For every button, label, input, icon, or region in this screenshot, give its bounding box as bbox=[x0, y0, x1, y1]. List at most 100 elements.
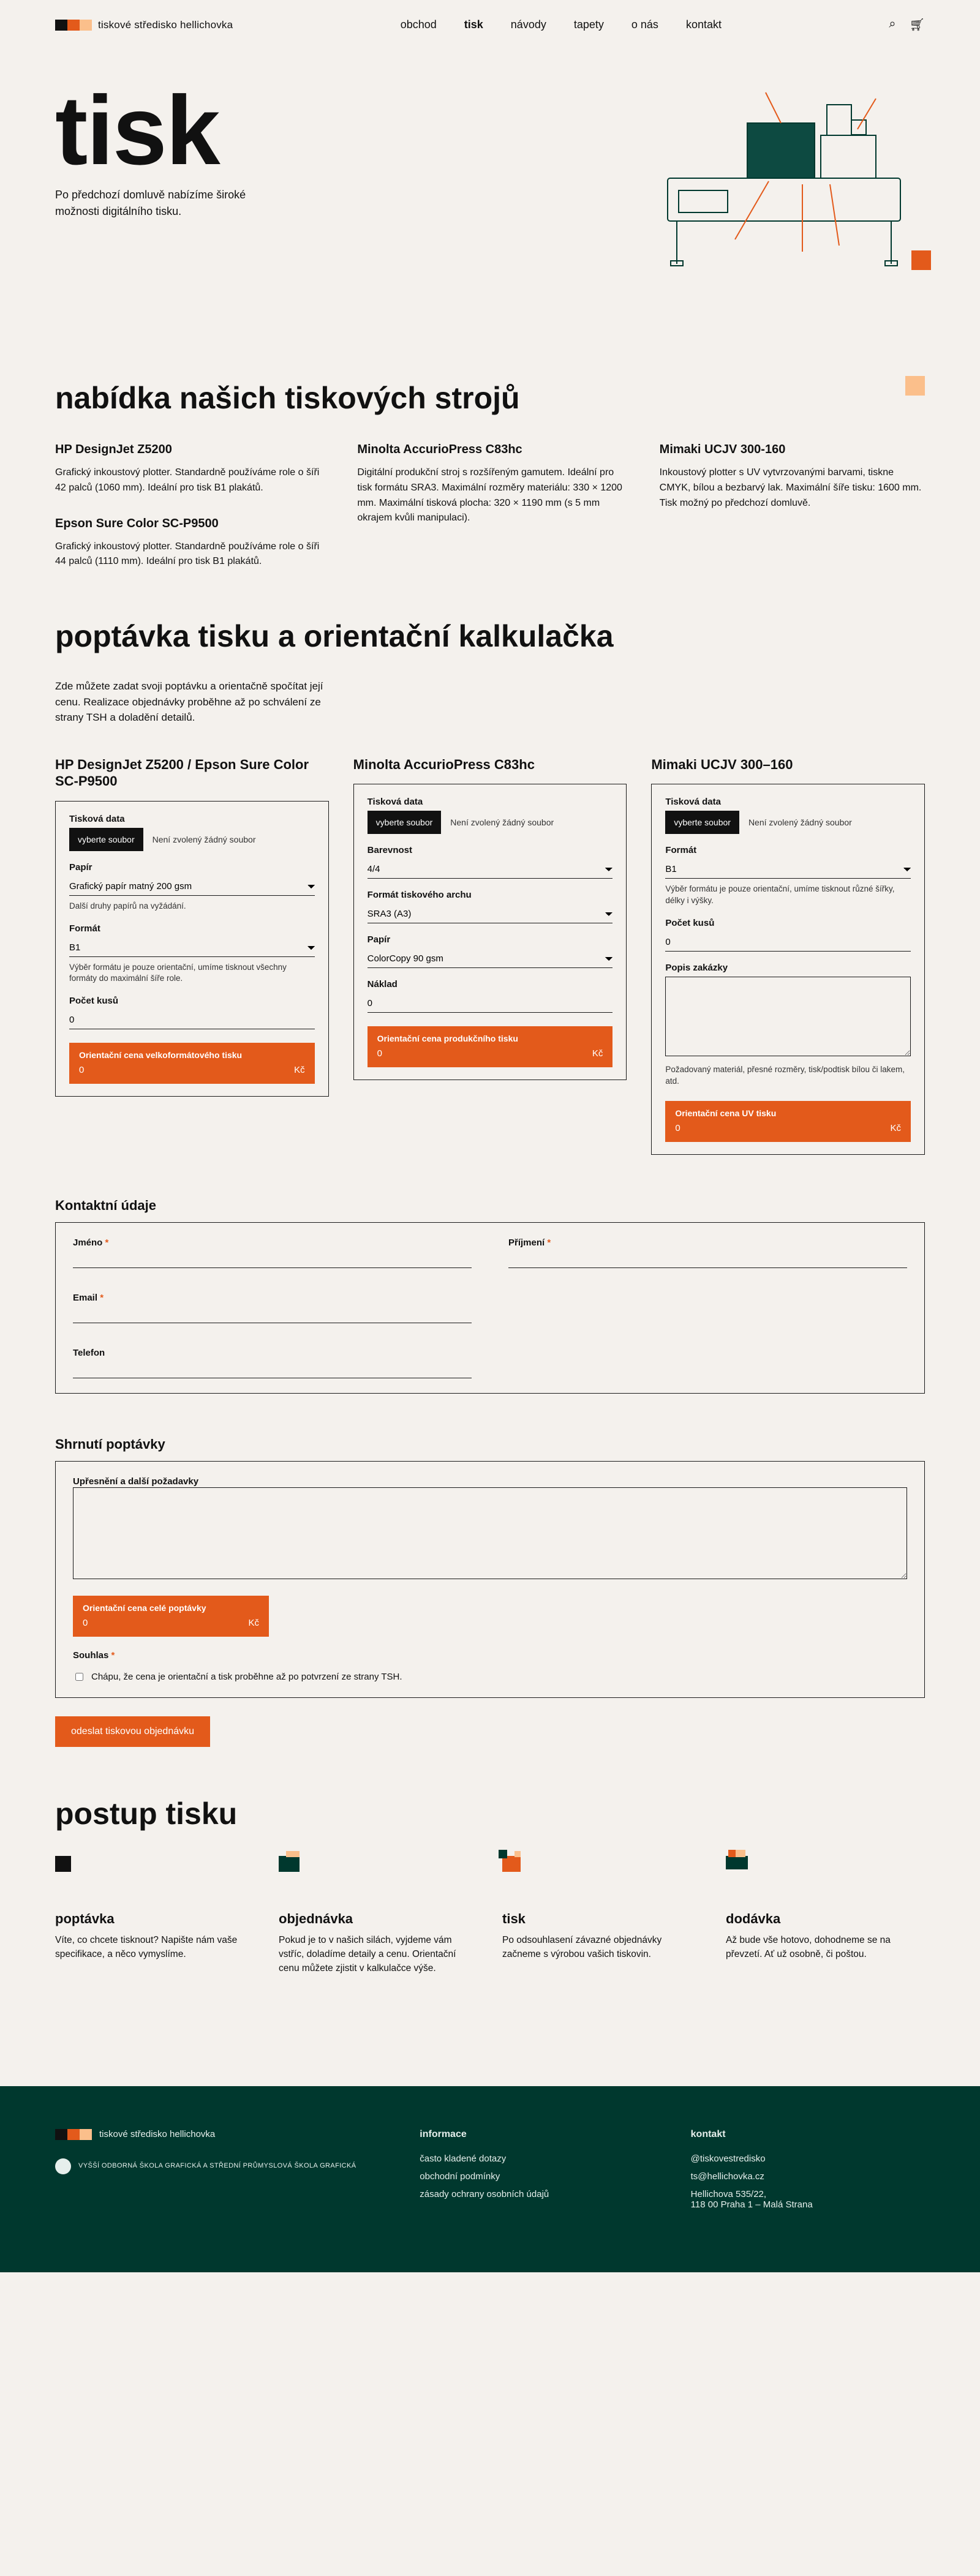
total-price-label: Orientační cena celé poptávky bbox=[83, 1603, 259, 1613]
machine-3-name: Minolta AccurioPress C83hc bbox=[357, 440, 622, 459]
total-price-box: Orientační cena celé poptávky 0Kč bbox=[73, 1596, 269, 1637]
calc1-panel: Tisková data vyberte soubor Není zvolený… bbox=[55, 801, 329, 1097]
calc2-price-label: Orientační cena produkčního tisku bbox=[377, 1034, 603, 1043]
nav-tapety[interactable]: tapety bbox=[574, 18, 604, 31]
calc3-file-button[interactable]: vyberte soubor bbox=[665, 811, 739, 834]
search-icon[interactable]: ⌕ bbox=[889, 17, 895, 32]
calc3-desc-hint: Požadovaný materiál, přesné rozměry, tis… bbox=[665, 1064, 911, 1087]
contact-heading: Kontaktní údaje bbox=[55, 1198, 925, 1214]
calc3-printdata-label: Tisková data bbox=[665, 797, 911, 807]
footer-school[interactable]: VYŠŠÍ ODBORNÁ ŠKOLA GRAFICKÁ A STŘEDNÍ P… bbox=[55, 2158, 383, 2174]
footer-logo-mark-icon bbox=[55, 2129, 92, 2140]
calc1-price-box: Orientační cena velkoformátového tisku 0… bbox=[69, 1043, 315, 1084]
calc-heading: poptávka tisku a orientační kalkulačka bbox=[55, 618, 925, 654]
calc3-price-label: Orientační cena UV tisku bbox=[675, 1108, 901, 1118]
hero-desc: Po předchozí domluvě nabízíme široké mož… bbox=[55, 187, 288, 220]
machine-4-desc: Inkoustový plotter s UV vytvrzovanými ba… bbox=[660, 465, 925, 511]
logo[interactable]: tiskové středisko hellichovka bbox=[55, 19, 233, 31]
firstname-input[interactable] bbox=[73, 1249, 472, 1268]
nav-navody[interactable]: návody bbox=[511, 18, 546, 31]
calc2-printdata-label: Tisková data bbox=[368, 797, 613, 807]
machine-4-name: Mimaki UCJV 300-160 bbox=[660, 440, 925, 459]
calc2-price-box: Orientační cena produkčního tisku 0 Kč bbox=[368, 1026, 613, 1067]
decor-peach-square bbox=[905, 376, 925, 396]
calc2-imposition-label: Náklad bbox=[368, 979, 613, 989]
printer-illustration bbox=[643, 86, 925, 270]
calc1-price-value: 0 bbox=[79, 1065, 84, 1075]
consent-text: Chápu, že cena je orientační a tisk prob… bbox=[91, 1672, 402, 1682]
summary-heading: Shrnutí poptávky bbox=[55, 1436, 925, 1452]
email-input[interactable] bbox=[73, 1304, 472, 1323]
calc1-paper-hint: Další druhy papírů na vyžádání. bbox=[69, 901, 315, 912]
calc2-price-currency: Kč bbox=[592, 1048, 603, 1059]
process-4-desc: Až bude vše hotovo, dohodneme se na přev… bbox=[726, 1933, 925, 1962]
calc1-price-currency: Kč bbox=[294, 1065, 305, 1075]
calc2-file-button[interactable]: vyberte soubor bbox=[368, 811, 442, 834]
calc2-paper-label: Papír bbox=[368, 934, 613, 945]
calc2-color-label: Barevnost bbox=[368, 845, 613, 855]
calc1-file-status: Není zvolený žádný soubor bbox=[153, 835, 256, 844]
calc2-title: Minolta AccurioPress C83hc bbox=[353, 756, 627, 773]
calc2-price-value: 0 bbox=[377, 1048, 382, 1059]
calc1-format-select[interactable]: B1 bbox=[69, 937, 315, 957]
footer-contact-address: Hellichova 535/22, 118 00 Praha 1 – Malá… bbox=[691, 2189, 925, 2210]
nav-obchod[interactable]: obchod bbox=[401, 18, 437, 31]
calc3-file-status: Není zvolený žádný soubor bbox=[748, 817, 852, 827]
submit-button[interactable]: odeslat tiskovou objednávku bbox=[55, 1716, 210, 1747]
summary-panel: Upřesnění a další požadavky Orientační c… bbox=[55, 1461, 925, 1698]
footer-contact-heading: kontakt bbox=[691, 2129, 925, 2140]
process-2-icon bbox=[279, 1856, 303, 1880]
calc2-sheet-select[interactable]: SRA3 (A3) bbox=[368, 904, 613, 923]
consent-checkbox[interactable] bbox=[75, 1673, 83, 1681]
lastname-input[interactable] bbox=[508, 1249, 907, 1268]
calc3-panel: Tisková data vyberte soubor Není zvolený… bbox=[651, 784, 925, 1155]
calc3-price-currency: Kč bbox=[890, 1123, 901, 1133]
process-1-icon bbox=[55, 1856, 80, 1880]
school-badge-icon bbox=[55, 2158, 71, 2174]
machines-heading: nabídka našich tiskových strojů bbox=[55, 380, 520, 416]
calc1-paper-label: Papír bbox=[69, 862, 315, 873]
firstname-label: Jméno * bbox=[73, 1237, 108, 1248]
calc1-paper-select[interactable]: Grafický papír matný 200 gsm bbox=[69, 876, 315, 896]
summary-notes-textarea[interactable] bbox=[73, 1487, 907, 1579]
process-2-title: objednávka bbox=[279, 1911, 478, 1927]
machine-1-name: HP DesignJet Z5200 bbox=[55, 440, 320, 459]
footer-contact-ig[interactable]: @tiskovestredisko bbox=[691, 2154, 925, 2164]
nav-tisk[interactable]: tisk bbox=[464, 18, 483, 31]
calc-intro: Zde můžete zadat svoji poptávku a orient… bbox=[55, 678, 331, 726]
calc2-imposition-input[interactable] bbox=[368, 993, 613, 1013]
consent-label: Souhlas bbox=[73, 1650, 108, 1661]
calc3-desc-textarea[interactable] bbox=[665, 977, 911, 1056]
footer-link-privacy[interactable]: zásady ochrany osobních údajů bbox=[420, 2189, 654, 2199]
footer-contact-email[interactable]: ts@hellichovka.cz bbox=[691, 2171, 925, 2182]
brand-name: tiskové středisko hellichovka bbox=[98, 19, 233, 31]
calc3-qty-input[interactable] bbox=[665, 932, 911, 952]
phone-input[interactable] bbox=[73, 1359, 472, 1378]
cart-icon[interactable]: 🛒︎ bbox=[910, 17, 925, 32]
main-nav: obchod tisk návody tapety o nás kontakt bbox=[401, 18, 722, 31]
calc1-price-label: Orientační cena velkoformátového tisku bbox=[79, 1050, 305, 1060]
calc2-color-select[interactable]: 4/4 bbox=[368, 859, 613, 879]
calc1-file-button[interactable]: vyberte soubor bbox=[69, 828, 143, 851]
nav-onas[interactable]: o nás bbox=[631, 18, 658, 31]
calc3-title: Mimaki UCJV 300–160 bbox=[651, 756, 925, 773]
process-3-desc: Po odsouhlasení závazné objednávky začne… bbox=[502, 1933, 701, 1962]
calc2-paper-select[interactable]: ColorCopy 90 gsm bbox=[368, 948, 613, 968]
footer-link-faq[interactable]: často kladené dotazy bbox=[420, 2154, 654, 2164]
calc3-format-select[interactable]: B1 bbox=[665, 859, 911, 879]
total-price-value: 0 bbox=[83, 1618, 88, 1628]
consent-row[interactable]: Chápu, že cena je orientační a tisk prob… bbox=[73, 1672, 907, 1683]
calc1-printdata-label: Tisková data bbox=[69, 814, 315, 824]
nav-kontakt[interactable]: kontakt bbox=[686, 18, 722, 31]
footer-info-heading: informace bbox=[420, 2129, 654, 2140]
footer-school-name: VYŠŠÍ ODBORNÁ ŠKOLA GRAFICKÁ A STŘEDNÍ P… bbox=[78, 2161, 356, 2170]
calc2-file-status: Není zvolený žádný soubor bbox=[450, 817, 554, 827]
footer-logo[interactable]: tiskové středisko hellichovka bbox=[55, 2129, 383, 2140]
machine-1-desc: Grafický inkoustový plotter. Standardně … bbox=[55, 465, 320, 496]
calc2-panel: Tisková data vyberte soubor Není zvolený… bbox=[353, 784, 627, 1080]
calc3-desc-label: Popis zakázky bbox=[665, 963, 911, 973]
summary-notes-label: Upřesnění a další požadavky bbox=[73, 1476, 198, 1487]
contact-panel: Jméno * Příjmení * Email * Telefon bbox=[55, 1222, 925, 1394]
footer-link-terms[interactable]: obchodní podmínky bbox=[420, 2171, 654, 2182]
calc1-qty-input[interactable] bbox=[69, 1010, 315, 1029]
